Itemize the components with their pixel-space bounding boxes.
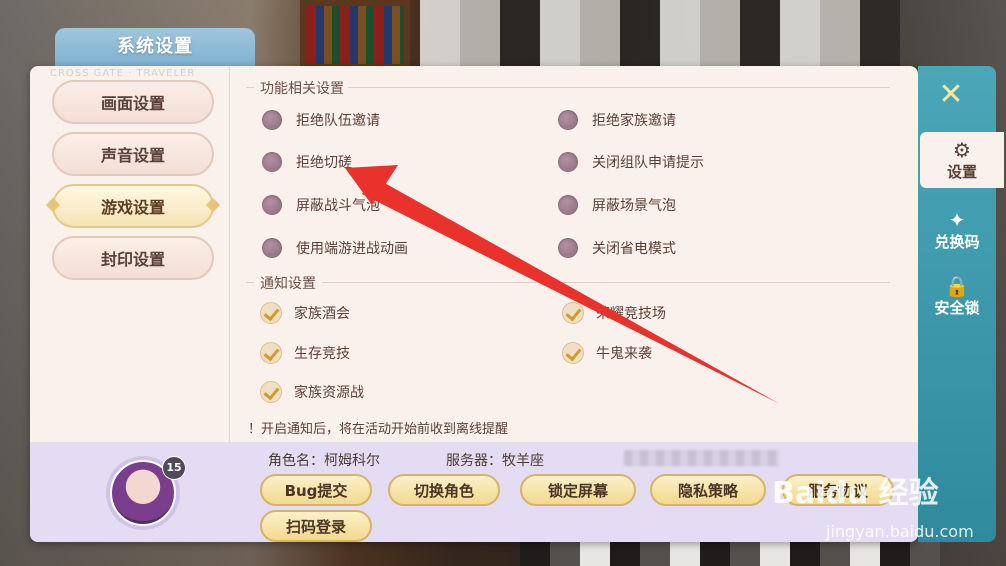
baidu-watermark: Baidu 经验 (772, 476, 939, 511)
arrow-shaft (362, 176, 780, 404)
baidu-url: jingyan.baidu.com (826, 522, 974, 541)
